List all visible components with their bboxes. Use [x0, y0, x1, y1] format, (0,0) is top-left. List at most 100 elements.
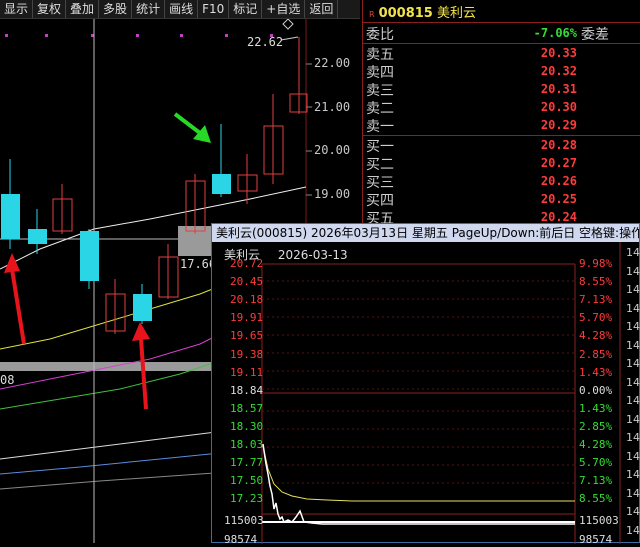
level-price: 20.30 — [540, 100, 577, 114]
stock-code: 000815 — [378, 6, 433, 21]
signal-dot — [225, 34, 228, 37]
quote-title: R 000815 美利云 — [369, 2, 476, 21]
ask-row: 卖二 20.30 — [363, 98, 640, 117]
side-number: 14 — [626, 246, 640, 259]
percent-axis-tick: 4.28% — [579, 329, 613, 343]
r-mark: R — [369, 10, 375, 19]
ask-row: 卖一 20.29 — [363, 116, 640, 135]
level-price: 20.26 — [540, 174, 577, 188]
volume-low-right: 98574 — [579, 533, 613, 546]
side-number: 14 — [626, 431, 640, 444]
candle-down — [212, 174, 231, 194]
side-number: 14 — [626, 357, 640, 370]
toolbar-button[interactable]: 统计 — [132, 0, 166, 18]
price-axis-tick: 20.72 — [230, 257, 264, 270]
level-price: 20.25 — [540, 192, 577, 206]
level-label: 卖二 — [366, 101, 394, 117]
level-label: 卖一 — [366, 119, 394, 135]
volume-low-left: 98574 — [224, 533, 258, 546]
price-axis-tick: 19.11 — [230, 365, 264, 379]
price-axis-tick: 18.03 — [230, 438, 264, 451]
side-number: 14 — [626, 320, 640, 333]
toolbar-button[interactable]: 画线 — [165, 0, 199, 18]
level-label: 卖三 — [366, 83, 394, 99]
cut-label: 08 — [0, 373, 15, 387]
intraday-svg — [261, 242, 621, 544]
percent-axis-tick: 0.00% — [579, 383, 613, 397]
side-number: 14 — [626, 283, 640, 296]
signal-dot — [45, 34, 48, 37]
price-axis-tick: 20.45 — [230, 275, 264, 289]
percent-axis-tick: 8.55% — [579, 492, 613, 506]
side-number: 14 — [626, 394, 640, 407]
high-price-label: 22.62 — [247, 35, 284, 49]
level-price: 20.31 — [540, 82, 577, 96]
signal-dot — [5, 34, 8, 37]
percent-axis-tick: 9.98% — [579, 257, 613, 270]
price-tick: 19.00 — [314, 187, 351, 201]
price-tick: 20.00 — [314, 143, 351, 157]
bid-row: 买三 20.26 — [363, 172, 640, 191]
toolbar-button[interactable]: 复权 — [33, 0, 67, 18]
price-tick: 21.00 — [314, 100, 351, 114]
ratio-row: 委比 -7.06% 委差 — [363, 24, 640, 43]
side-number: 14 — [626, 468, 640, 481]
signal-dot — [136, 34, 139, 37]
red-arrow-left — [4, 253, 26, 345]
green-arrow — [173, 112, 211, 143]
price-axis-tick: 18.84 — [230, 383, 264, 397]
level-label: 卖四 — [366, 65, 394, 81]
percent-axis-tick: 4.28% — [579, 438, 613, 451]
side-number: 14 — [626, 375, 640, 389]
level-price: 20.29 — [540, 118, 577, 132]
price-axis-tick: 20.18 — [230, 293, 264, 307]
candle-down — [1, 194, 20, 239]
price-axis-tick: 17.23 — [230, 492, 264, 506]
toolbar-button[interactable]: 返回 — [305, 0, 339, 18]
candle-down — [28, 229, 47, 244]
diff-label: 委差 — [581, 27, 609, 43]
level-price: 20.27 — [540, 156, 577, 170]
ask-row: 卖五 20.33 — [363, 44, 640, 63]
level-price: 20.33 — [540, 46, 577, 60]
bid-row: 买四 20.25 — [363, 190, 640, 209]
side-number: 14 — [626, 338, 640, 352]
stock-name: 美利云 — [436, 6, 476, 21]
level-label: 买三 — [366, 175, 394, 191]
percent-axis-tick: 1.43% — [579, 401, 613, 415]
side-number: 14 — [626, 301, 640, 315]
toolbar-button[interactable]: 多股 — [99, 0, 133, 18]
price-axis-tick: 17.77 — [230, 456, 264, 470]
toolbar-button[interactable]: 显示 — [0, 0, 34, 18]
price-axis-tick: 19.65 — [230, 329, 264, 343]
signal-dot — [180, 34, 183, 37]
percent-axis-tick: 7.13% — [579, 293, 613, 307]
toolbar-button[interactable]: +自选 — [262, 0, 306, 18]
chart-toolbar: 显示 复权 叠加 多股 统计 画线 F10 标记 +自选 返回 — [0, 0, 360, 19]
ask-row: 卖三 20.31 — [363, 80, 640, 99]
volume-max-right: 115003 — [579, 514, 619, 527]
level-label: 卖五 — [366, 47, 394, 63]
percent-axis-tick: 8.55% — [579, 275, 613, 289]
toolbar-button[interactable]: F10 — [198, 0, 230, 18]
percent-axis-tick: 2.85% — [579, 347, 613, 361]
bid-row: 买二 20.27 — [363, 154, 640, 173]
toolbar-button[interactable]: 叠加 — [66, 0, 100, 18]
ask-row: 卖四 20.32 — [363, 62, 640, 81]
level-label: 买一 — [366, 139, 394, 155]
percent-axis-tick: 5.70% — [579, 311, 613, 325]
percent-axis-tick: 7.13% — [579, 474, 613, 488]
level-price: 20.24 — [540, 210, 577, 224]
bid-row: 买一 20.28 — [363, 136, 640, 155]
percent-axis-tick: 5.70% — [579, 456, 613, 470]
side-number: 14 — [626, 264, 640, 278]
level-price: 20.32 — [540, 64, 577, 78]
price-axis-tick: 19.91 — [230, 311, 264, 325]
price-axis-tick: 18.57 — [230, 401, 264, 415]
side-number: 14 — [626, 412, 640, 426]
toolbar-button[interactable]: 标记 — [229, 0, 263, 18]
side-number: 14 — [626, 505, 640, 518]
ratio-value: -7.06% — [533, 26, 577, 40]
candle-down — [80, 231, 99, 281]
intraday-popup[interactable]: 美利云(000815) 2026年03月13日 星期五 PageUp/Down:… — [211, 223, 640, 546]
